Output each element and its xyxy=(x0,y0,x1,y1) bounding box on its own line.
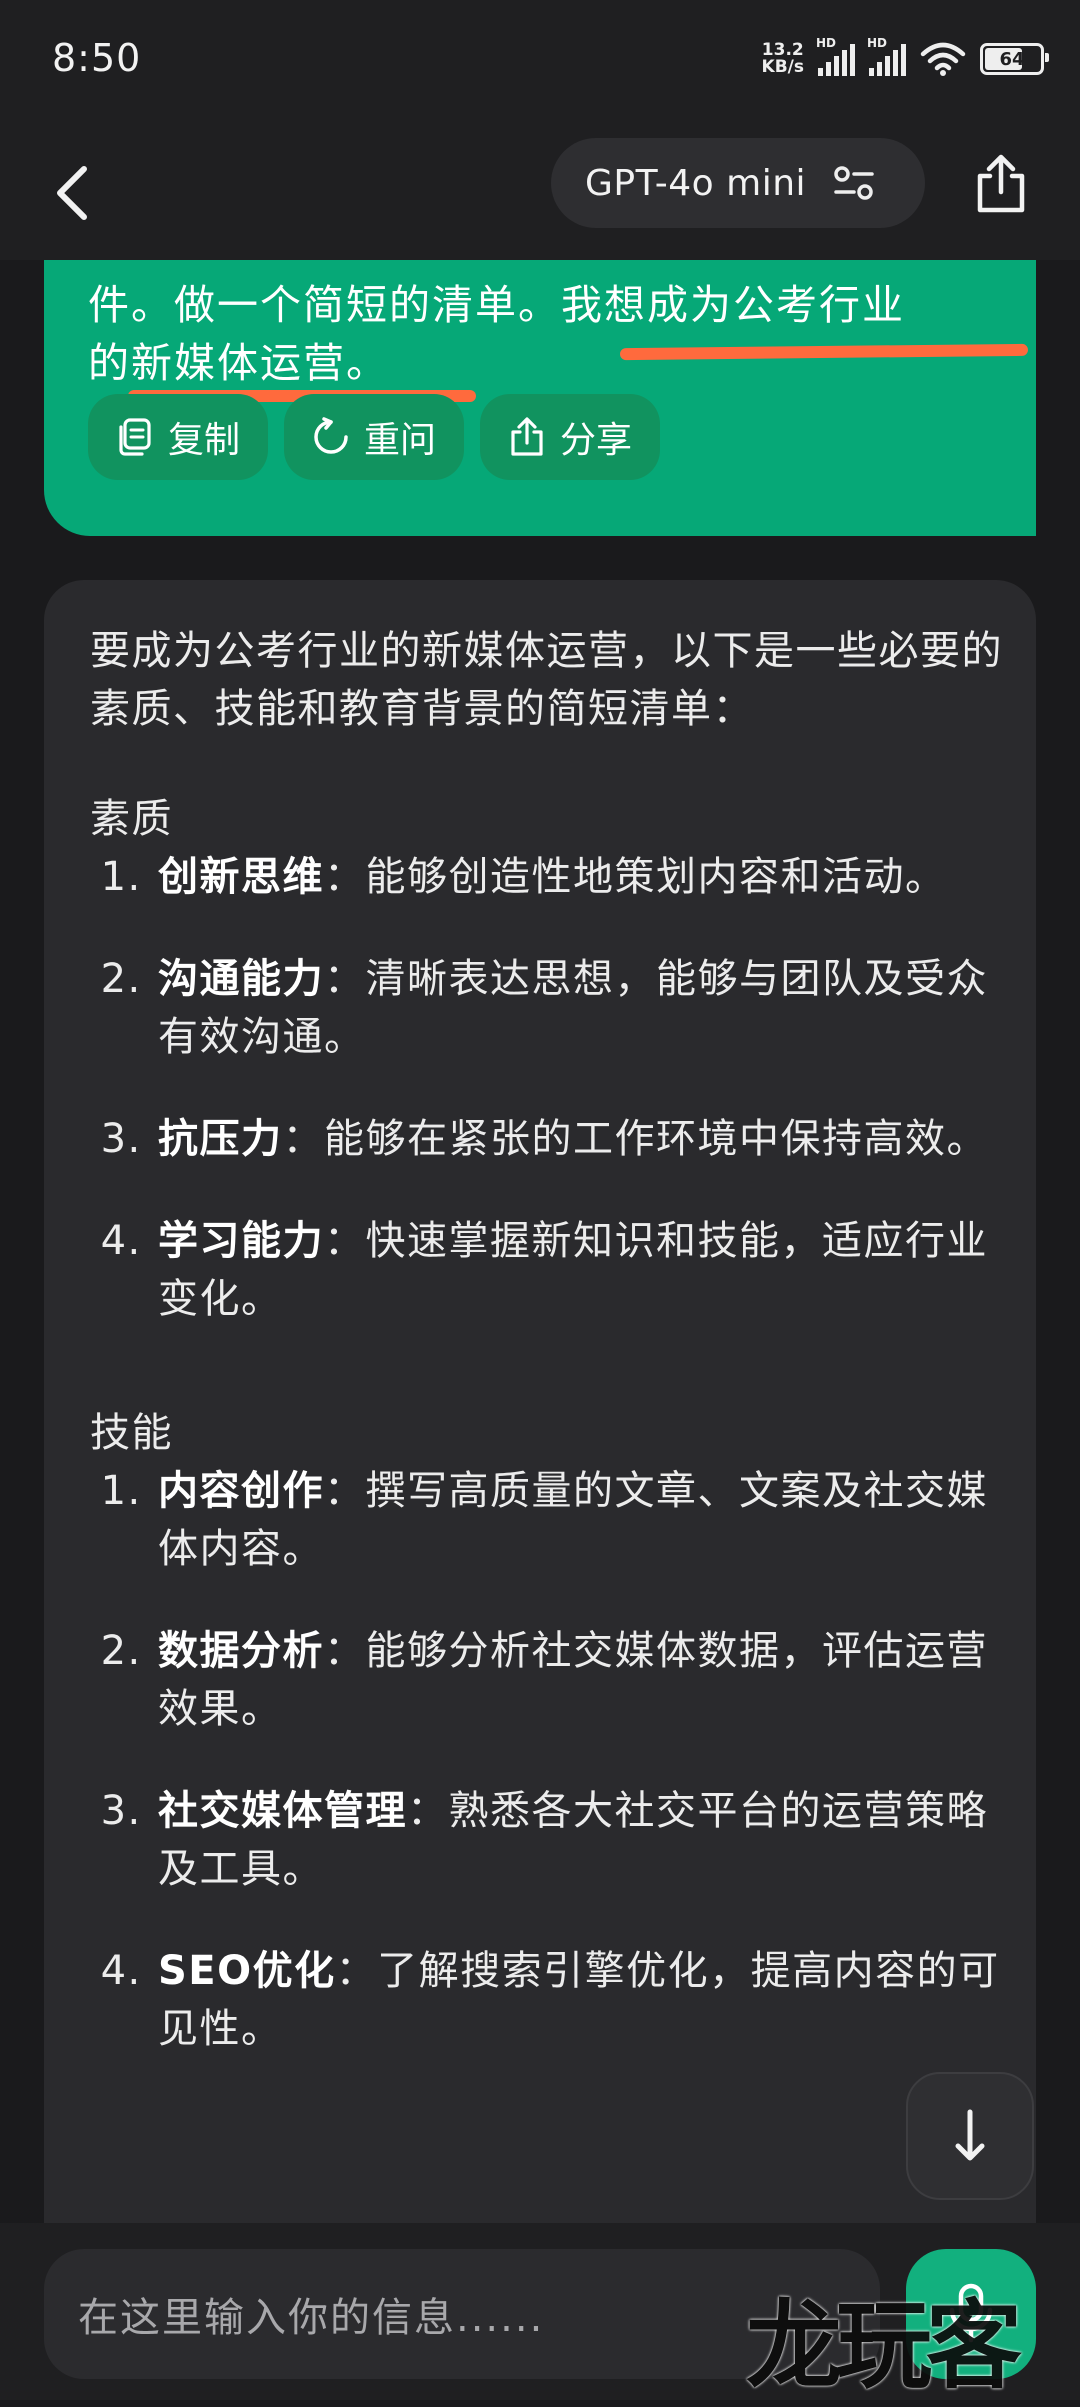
network-speed-unit: KB/s xyxy=(761,57,804,77)
list-item-term: 沟通能力 xyxy=(158,956,324,1002)
refresh-icon xyxy=(314,417,348,454)
list-item-term: SEO优化 xyxy=(158,1948,336,1994)
list-item-term: 数据分析 xyxy=(158,1628,324,1674)
assistant-intro: 要成为公考行业的新媒体运营，以下是一些必要的素质、技能和教育背景的简短清单： xyxy=(90,628,1003,732)
signal-sim2-icon: HD xyxy=(867,36,906,76)
list-item-desc: ：能够创造性地策划内容和活动。 xyxy=(324,854,947,900)
arrow-down-icon xyxy=(955,2109,985,2161)
user-message-bubble: 件。做一个简短的清单。我想成为公考行业 的新媒体运营。 复制 重问 分享 xyxy=(44,260,1036,536)
status-bar: 8:50 13.2 KB/s HD HD 64 xyxy=(0,0,1080,130)
model-selector[interactable]: GPT-4o mini xyxy=(551,138,925,228)
list-item: 学习能力：快速掌握新知识和技能，适应行业变化。 xyxy=(156,1212,1010,1328)
battery-icon: 64 xyxy=(980,43,1049,75)
assistant-message-card: 要成为公考行业的新媒体运营，以下是一些必要的素质、技能和教育背景的简短清单： 素… xyxy=(44,580,1036,2223)
assistant-message-text: 要成为公考行业的新媒体运营，以下是一些必要的素质、技能和教育背景的简短清单： 素… xyxy=(90,622,1010,2102)
chevron-left-icon xyxy=(57,166,87,220)
list-item: 数据分析：能够分析社交媒体数据，评估运营效果。 xyxy=(156,1622,1010,1738)
list-item-term: 学习能力 xyxy=(158,1218,324,1264)
list-item: 抗压力：能够在紧张的工作环境中保持高效。 xyxy=(156,1110,1010,1168)
share-icon xyxy=(977,154,1025,213)
copy-label: 复制 xyxy=(168,420,241,461)
model-name: GPT-4o mini xyxy=(585,162,807,204)
copy-button[interactable]: 复制 xyxy=(88,394,269,480)
regenerate-button[interactable]: 重问 xyxy=(284,394,465,480)
share-icon xyxy=(511,417,543,456)
status-icons: 13.2 KB/s HD HD 64 xyxy=(762,36,1049,76)
status-time: 8:50 xyxy=(52,36,142,80)
watermark-logo: 龙玩客 xyxy=(746,2289,1022,2402)
list-item-desc: ：能够在紧张的工作环境中保持高效。 xyxy=(282,1116,988,1162)
list-item-term: 创新思维 xyxy=(158,854,324,900)
chat-scroll-area[interactable]: 件。做一个简短的清单。我想成为公考行业 的新媒体运营。 复制 重问 分享 要成为… xyxy=(0,260,1080,2223)
qualities-list: 创新思维：能够创造性地策划内容和活动。 沟通能力：清晰表达思想，能够与团队及受众… xyxy=(90,848,1010,1328)
list-item: SEO优化：了解搜索引擎优化，提高内容的可见性。 xyxy=(156,1942,1010,2058)
sim2-hd-label: HD xyxy=(867,36,888,50)
skills-list: 内容创作：撰写高质量的文章、文案及社交媒体内容。 数据分析：能够分析社交媒体数据… xyxy=(90,1462,1010,2058)
section-title-qualities: 素质 xyxy=(90,796,173,842)
message-input-placeholder: 在这里输入你的信息...... xyxy=(78,2295,545,2341)
list-item: 创新思维：能够创造性地策划内容和活动。 xyxy=(156,848,1010,906)
copy-icon xyxy=(119,418,151,456)
chat-header: GPT-4o mini xyxy=(0,130,1080,260)
scroll-to-bottom-button[interactable] xyxy=(906,2072,1034,2200)
list-item: 内容创作：撰写高质量的文章、文案及社交媒体内容。 xyxy=(156,1462,1010,1578)
message-actions: 复制 重问 分享 xyxy=(88,394,661,480)
back-button[interactable] xyxy=(52,158,112,228)
share-label: 分享 xyxy=(560,420,633,461)
battery-level: 64 xyxy=(999,48,1025,70)
regenerate-label: 重问 xyxy=(364,420,437,461)
network-speed: 13.2 KB/s xyxy=(762,42,804,76)
signal-sim1-icon: HD xyxy=(816,36,855,76)
sliders-icon xyxy=(834,166,874,200)
share-chat-button[interactable] xyxy=(968,152,1034,218)
list-item: 社交媒体管理：熟悉各大社交平台的运营策略及工具。 xyxy=(156,1782,1010,1898)
user-message-line-2: 的新媒体运营。 xyxy=(88,339,389,387)
wifi-icon xyxy=(920,42,966,76)
section-title-skills: 技能 xyxy=(90,1410,173,1456)
list-item-term: 内容创作 xyxy=(158,1468,324,1514)
share-message-button[interactable]: 分享 xyxy=(480,394,661,480)
list-item-term: 抗压力 xyxy=(158,1116,283,1162)
user-message-text: 件。做一个简短的清单。我想成为公考行业 的新媒体运营。 xyxy=(88,276,1029,402)
sim1-hd-label: HD xyxy=(816,36,837,50)
list-item: 沟通能力：清晰表达思想，能够与团队及受众有效沟通。 xyxy=(156,950,1010,1066)
list-item-term: 社交媒体管理 xyxy=(158,1788,407,1834)
user-message-line-1: 件。做一个简短的清单。我想成为公考行业 xyxy=(88,281,905,329)
